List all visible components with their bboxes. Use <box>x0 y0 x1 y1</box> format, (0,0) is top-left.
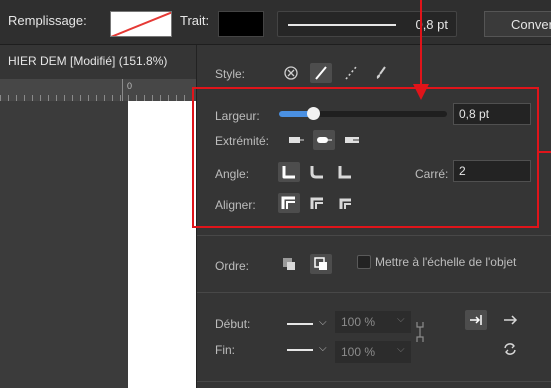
ruler-zero-label: 0 <box>127 81 133 91</box>
ruler-zero-mark <box>122 79 123 101</box>
swap-arrowheads-button[interactable] <box>499 339 521 359</box>
section-divider <box>197 235 551 236</box>
start-label: Début: <box>215 317 251 331</box>
end-scale-value: 100 % <box>341 345 376 359</box>
start-scale-value: 100 % <box>341 315 376 329</box>
stroke-color-swatch[interactable] <box>218 11 264 37</box>
highlight-box <box>192 87 539 228</box>
end-label: Fin: <box>215 343 236 357</box>
scale-with-object-label: Mettre à l'échelle de l'objet <box>375 255 517 269</box>
chevron-down-icon: ⌵ <box>397 344 405 355</box>
stroke-front-icon <box>314 257 327 270</box>
section-divider-2 <box>197 292 551 293</box>
dashed-line-icon <box>345 66 357 80</box>
start-scale-field[interactable]: 100 % ⌵ <box>335 311 411 333</box>
style-solid-button[interactable] <box>310 63 332 83</box>
arrowhead-inside-button[interactable] <box>499 310 521 330</box>
chevron-down-icon: ⌵ <box>397 314 405 325</box>
arrow-to-end-icon <box>470 315 482 325</box>
end-line-icon <box>287 349 313 351</box>
annotation-arrow-head <box>413 84 429 100</box>
no-fill-icon <box>111 12 171 36</box>
start-line-icon <box>287 323 313 325</box>
chevron-down-icon: ⌵ <box>319 343 327 354</box>
fill-label: Remplissage: <box>8 13 87 28</box>
chevron-down-icon: ⌵ <box>319 317 327 328</box>
stroke-behind-icon <box>283 258 295 270</box>
order-front-button[interactable] <box>310 254 332 274</box>
stroke-label: Trait: <box>180 13 210 28</box>
brush-icon <box>376 66 386 79</box>
stroke-line-preview <box>288 24 396 26</box>
link-scale-button[interactable] <box>416 321 424 343</box>
style-dash-button[interactable] <box>340 63 362 83</box>
order-label: Ordre: <box>215 259 250 273</box>
order-behind-button[interactable] <box>278 254 300 274</box>
style-label: Style: <box>215 67 246 81</box>
stroke-style-dropdown[interactable]: 0,8 pt <box>277 11 457 37</box>
end-scale-field[interactable]: 100 % ⌵ <box>335 341 411 363</box>
annotation-tick <box>539 151 551 153</box>
arrow-right-icon <box>504 315 518 325</box>
link-chain-icon <box>416 322 424 342</box>
section-divider-3 <box>197 381 551 382</box>
horizontal-ruler: 0 <box>0 79 200 102</box>
solid-line-icon <box>315 66 327 80</box>
style-none-button[interactable] <box>280 63 302 83</box>
end-arrowhead-dropdown[interactable]: ⌵ <box>283 342 333 360</box>
arrowhead-outside-button[interactable] <box>465 310 487 330</box>
no-stroke-icon <box>284 66 298 80</box>
canvas-page[interactable] <box>128 101 198 388</box>
document-tab[interactable]: HIER DEM [Modifié] (151.8%) <box>0 45 200 79</box>
style-brush-button[interactable] <box>370 63 392 83</box>
swap-icon <box>504 343 516 355</box>
start-arrowhead-dropdown[interactable]: ⌵ <box>283 316 333 334</box>
convert-button[interactable]: Converti <box>484 11 551 37</box>
document-tab-title: HIER DEM [Modifié] (151.8%) <box>8 54 168 68</box>
fill-swatch[interactable] <box>110 11 172 37</box>
annotation-arrow-shaft <box>420 0 422 84</box>
canvas-pasteboard <box>0 101 128 388</box>
convert-button-label: Converti <box>511 17 551 32</box>
scale-with-object-checkbox[interactable] <box>357 255 371 269</box>
